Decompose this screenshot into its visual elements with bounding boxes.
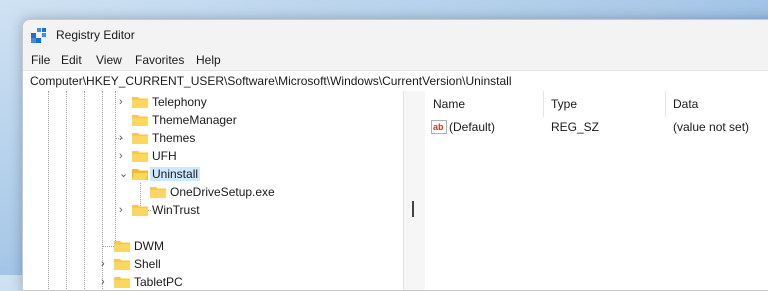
menu-favorites[interactable]: Favorites xyxy=(135,53,184,67)
tree-connector xyxy=(102,246,114,247)
value-data: (value not set) xyxy=(673,120,750,134)
folder-icon xyxy=(114,259,130,270)
folder-open-icon xyxy=(132,169,148,180)
title-bar[interactable]: Registry Editor xyxy=(23,20,768,50)
column-header-type[interactable]: Type xyxy=(551,97,577,111)
chevron-right-icon[interactable]: › xyxy=(119,132,129,144)
chevron-right-icon[interactable]: › xyxy=(101,276,111,288)
tree-item-label: UFH xyxy=(152,149,177,163)
registry-tree[interactable]: › Telephony ThemeManager › Themes › UFH … xyxy=(23,91,403,290)
splitter-grip[interactable] xyxy=(412,201,414,217)
column-header-data[interactable]: Data xyxy=(673,97,698,111)
folder-icon xyxy=(150,187,166,198)
tree-guide-line xyxy=(84,91,85,290)
tree-item-label: DWM xyxy=(134,239,164,253)
chevron-down-icon[interactable]: ⌄ xyxy=(119,168,129,180)
address-path[interactable]: Computer\HKEY_CURRENT_USER\Software\Micr… xyxy=(30,74,512,88)
menu-file[interactable]: File xyxy=(31,53,50,67)
column-separator[interactable] xyxy=(543,91,544,117)
value-name: (Default) xyxy=(449,120,496,134)
registry-editor-window: Registry Editor File Edit View Favorites… xyxy=(22,19,768,291)
chevron-right-icon[interactable]: › xyxy=(119,96,129,108)
string-value-icon: ab xyxy=(431,120,447,134)
chevron-right-icon[interactable]: › xyxy=(119,150,129,162)
tree-item-label: Themes xyxy=(152,131,196,145)
tree-item-label: WinTrust xyxy=(152,203,200,217)
tree-item-label: Uninstall xyxy=(150,167,201,181)
column-header-name[interactable]: Name xyxy=(433,97,465,111)
folder-icon xyxy=(132,205,148,216)
tree-item-label: ThemeManager xyxy=(152,113,237,127)
tree-guide-line xyxy=(48,91,49,290)
tree-guide-line xyxy=(115,91,116,241)
value-row[interactable]: ab (Default) REG_SZ (value not set) xyxy=(425,118,768,138)
tree-item-label: Shell xyxy=(134,257,161,271)
window-title: Registry Editor xyxy=(56,28,135,42)
address-bar[interactable]: Computer\HKEY_CURRENT_USER\Software\Micr… xyxy=(23,70,768,92)
value-type: REG_SZ xyxy=(551,120,600,134)
tree-item-label: Telephony xyxy=(152,95,207,109)
folder-icon xyxy=(132,133,148,144)
menu-view[interactable]: View xyxy=(96,53,122,67)
tree-item-label: TabletPC xyxy=(134,275,183,289)
folder-icon xyxy=(132,151,148,162)
svg-text:ab: ab xyxy=(433,122,444,132)
pane-splitter[interactable] xyxy=(403,91,426,290)
menu-edit[interactable]: Edit xyxy=(61,53,82,67)
tree-guide-line xyxy=(66,91,67,290)
menu-help[interactable]: Help xyxy=(196,53,221,67)
values-list[interactable]: Name Type Data ab (Default) REG_SZ (valu… xyxy=(425,91,768,290)
registry-editor-app-icon xyxy=(31,28,46,43)
tree-item-label: OneDriveSetup.exe xyxy=(170,185,275,199)
chevron-right-icon[interactable]: › xyxy=(119,204,129,216)
folder-icon xyxy=(132,97,148,108)
folder-icon xyxy=(114,277,130,288)
column-separator[interactable] xyxy=(665,91,666,117)
folder-icon xyxy=(114,241,130,252)
menu-bar: File Edit View Favorites Help xyxy=(23,50,768,70)
folder-icon xyxy=(132,115,148,126)
chevron-right-icon[interactable]: › xyxy=(101,258,111,270)
